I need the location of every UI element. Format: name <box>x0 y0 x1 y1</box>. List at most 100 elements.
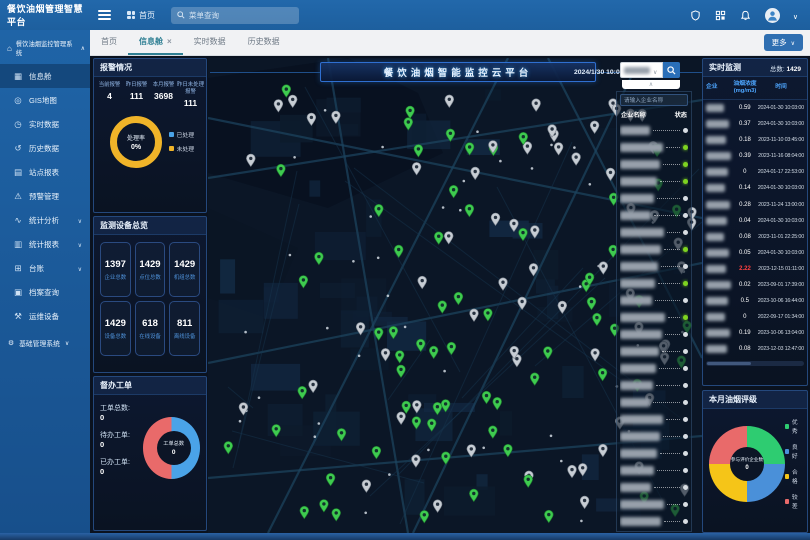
notification-bell-icon[interactable] <box>740 9 752 21</box>
enterprise-row[interactable] <box>620 224 688 241</box>
enterprise-row[interactable] <box>620 241 688 258</box>
enterprise-row[interactable] <box>620 428 688 445</box>
sidebar-item[interactable]: ▣ 档案查询 <box>0 280 90 304</box>
avatar[interactable] <box>765 8 780 23</box>
enterprise-row[interactable] <box>620 207 688 224</box>
redacted-enterprise-name <box>620 398 650 407</box>
enterprise-name-input[interactable]: 请输入企业名称 <box>620 94 688 106</box>
status-dot <box>683 230 688 235</box>
enterprise-row[interactable] <box>620 156 688 173</box>
enterprise-row[interactable] <box>620 377 688 394</box>
redacted-enterprise-name <box>706 329 730 337</box>
alarm-stat-label: 本月报警 <box>150 82 177 89</box>
redacted-enterprise-name <box>620 449 657 458</box>
concentration-value: 0 <box>732 169 758 175</box>
sidebar-item-icon: ▦ <box>13 71 23 82</box>
redacted-enterprise-name <box>620 126 650 135</box>
sidebar-item-chevron-down-icon <box>78 240 82 249</box>
menu-search-input[interactable]: 菜单查询 <box>171 7 299 24</box>
scrollbar-thumb[interactable] <box>707 362 751 365</box>
legend-swatch <box>169 132 174 137</box>
tab[interactable]: 实时数据 × <box>183 30 237 55</box>
status-dot <box>683 196 688 201</box>
device-stat-card[interactable]: 1429 机组总数 <box>169 242 200 297</box>
redacted-enterprise-name <box>706 120 729 128</box>
sidebar-menu: ▦ 信息舱 ◎ GIS地图 ◷ 实时数据 ↺ <box>0 64 90 328</box>
enterprise-search-button[interactable] <box>663 62 680 78</box>
sidebar-item[interactable]: ▦ 信息舱 <box>0 64 90 88</box>
status-dot <box>683 485 688 490</box>
enterprise-row[interactable] <box>620 394 688 411</box>
enterprise-row[interactable] <box>620 122 688 139</box>
enterprise-select[interactable] <box>620 62 663 78</box>
enterprise-row[interactable] <box>620 411 688 428</box>
sidebar-item-chevron-down-icon <box>78 264 82 273</box>
fullscreen-icon[interactable] <box>715 9 727 21</box>
sidebar-item[interactable]: ◷ 实时数据 <box>0 112 90 136</box>
sidebar-item[interactable]: ▤ 站点报表 <box>0 160 90 184</box>
enterprise-row[interactable] <box>620 190 688 207</box>
more-button[interactable]: 更多 <box>764 34 803 51</box>
enterprise-row[interactable] <box>620 139 688 156</box>
device-stat-value: 618 <box>142 318 158 329</box>
sidebar-item[interactable]: ⚠ 预警管理 <box>0 184 90 208</box>
map-banner: 餐饮油烟智能监控云平台 <box>320 62 596 82</box>
enterprise-row[interactable] <box>620 445 688 462</box>
enterprise-row[interactable] <box>620 513 688 529</box>
enterprise-row[interactable] <box>620 173 688 190</box>
shield-icon[interactable] <box>690 9 702 21</box>
enterprise-row[interactable] <box>620 360 688 377</box>
device-stat-label: 离线设备 <box>174 332 196 340</box>
enterprise-row[interactable] <box>620 462 688 479</box>
measure-time: 2023-10-06 13:04:00 <box>758 330 804 336</box>
enterprise-row[interactable] <box>620 292 688 309</box>
sidebar-item-icon: ▣ <box>13 287 23 298</box>
sidebar-item[interactable]: ▥ 统计报表 <box>0 232 90 256</box>
status-dot <box>683 451 688 456</box>
tab[interactable]: 信息舱 × <box>128 30 183 55</box>
breadcrumb-label: 首页 <box>139 10 155 21</box>
breadcrumb[interactable]: 首页 <box>127 10 155 21</box>
device-stat-card[interactable]: 1429 设备总数 <box>100 301 131 356</box>
sidebar-item[interactable]: ∿ 统计分析 <box>0 208 90 232</box>
enterprise-row[interactable] <box>620 343 688 360</box>
tab-bar: 首页 × 信息舱 × 实时数据 × 历史数据 × 更多 <box>90 30 810 56</box>
device-stat-card[interactable]: 618 在线设备 <box>135 301 166 356</box>
tab-close-icon[interactable]: × <box>167 37 172 46</box>
horizontal-scrollbar[interactable] <box>706 361 804 366</box>
sidebar-item[interactable]: ⚒ 运维设备 <box>0 304 90 328</box>
enterprise-row[interactable] <box>620 309 688 326</box>
sidebar-group-system[interactable]: ⌂ 餐饮油烟监控管理系统 <box>0 30 90 64</box>
enterprise-row[interactable] <box>620 275 688 292</box>
user-menu-chevron-down-icon[interactable] <box>793 6 798 24</box>
device-stat-card[interactable]: 1397 企业总数 <box>100 242 131 297</box>
enterprise-row[interactable] <box>620 326 688 343</box>
dashboard-stage: 餐饮油烟智能监控云平台 2024/1/30 10:03 星期二 报警情况 当前报… <box>90 56 810 533</box>
sidebar-item-icon: ◎ <box>13 95 23 106</box>
enterprise-row[interactable] <box>620 479 688 496</box>
alarm-panel: 报警情况 当前报警 4 昨日报警 111 本月报警 3698 <box>93 58 207 213</box>
tab[interactable]: 历史数据 × <box>237 30 291 55</box>
alarm-stat: 本月报警 3698 <box>150 82 177 108</box>
sidebar-group-base-system[interactable]: ⚙ 基础管理系统 <box>0 328 90 348</box>
enterprise-row[interactable] <box>620 258 688 275</box>
redacted-enterprise-name <box>620 160 660 169</box>
search-icon <box>177 11 185 19</box>
sidebar-item[interactable]: ↺ 历史数据 <box>0 136 90 160</box>
enterprise-row[interactable] <box>620 496 688 513</box>
legend-item: 良好 <box>785 442 801 460</box>
device-stat-card[interactable]: 811 离线设备 <box>169 301 200 356</box>
sidebar-item-label: 台账 <box>29 263 44 274</box>
hamburger-menu-icon[interactable] <box>98 10 111 20</box>
measure-time: 2022-09-17 01:34:00 <box>758 314 804 320</box>
tab[interactable]: 首页 × <box>90 30 128 55</box>
sidebar-item[interactable]: ◎ GIS地图 <box>0 88 90 112</box>
status-dot <box>683 366 688 371</box>
rating-legend: 优秀 良好 合格 <box>785 417 801 510</box>
process-rate-donut: 处理率 0% <box>110 116 162 168</box>
sidebar-item-icon: ▤ <box>13 167 23 178</box>
concentration-value: 0.02 <box>732 282 758 288</box>
device-stat-card[interactable]: 1429 点位总数 <box>135 242 166 297</box>
enterprise-dropdown-collapse[interactable] <box>622 80 680 89</box>
sidebar-item[interactable]: ⊞ 台账 <box>0 256 90 280</box>
